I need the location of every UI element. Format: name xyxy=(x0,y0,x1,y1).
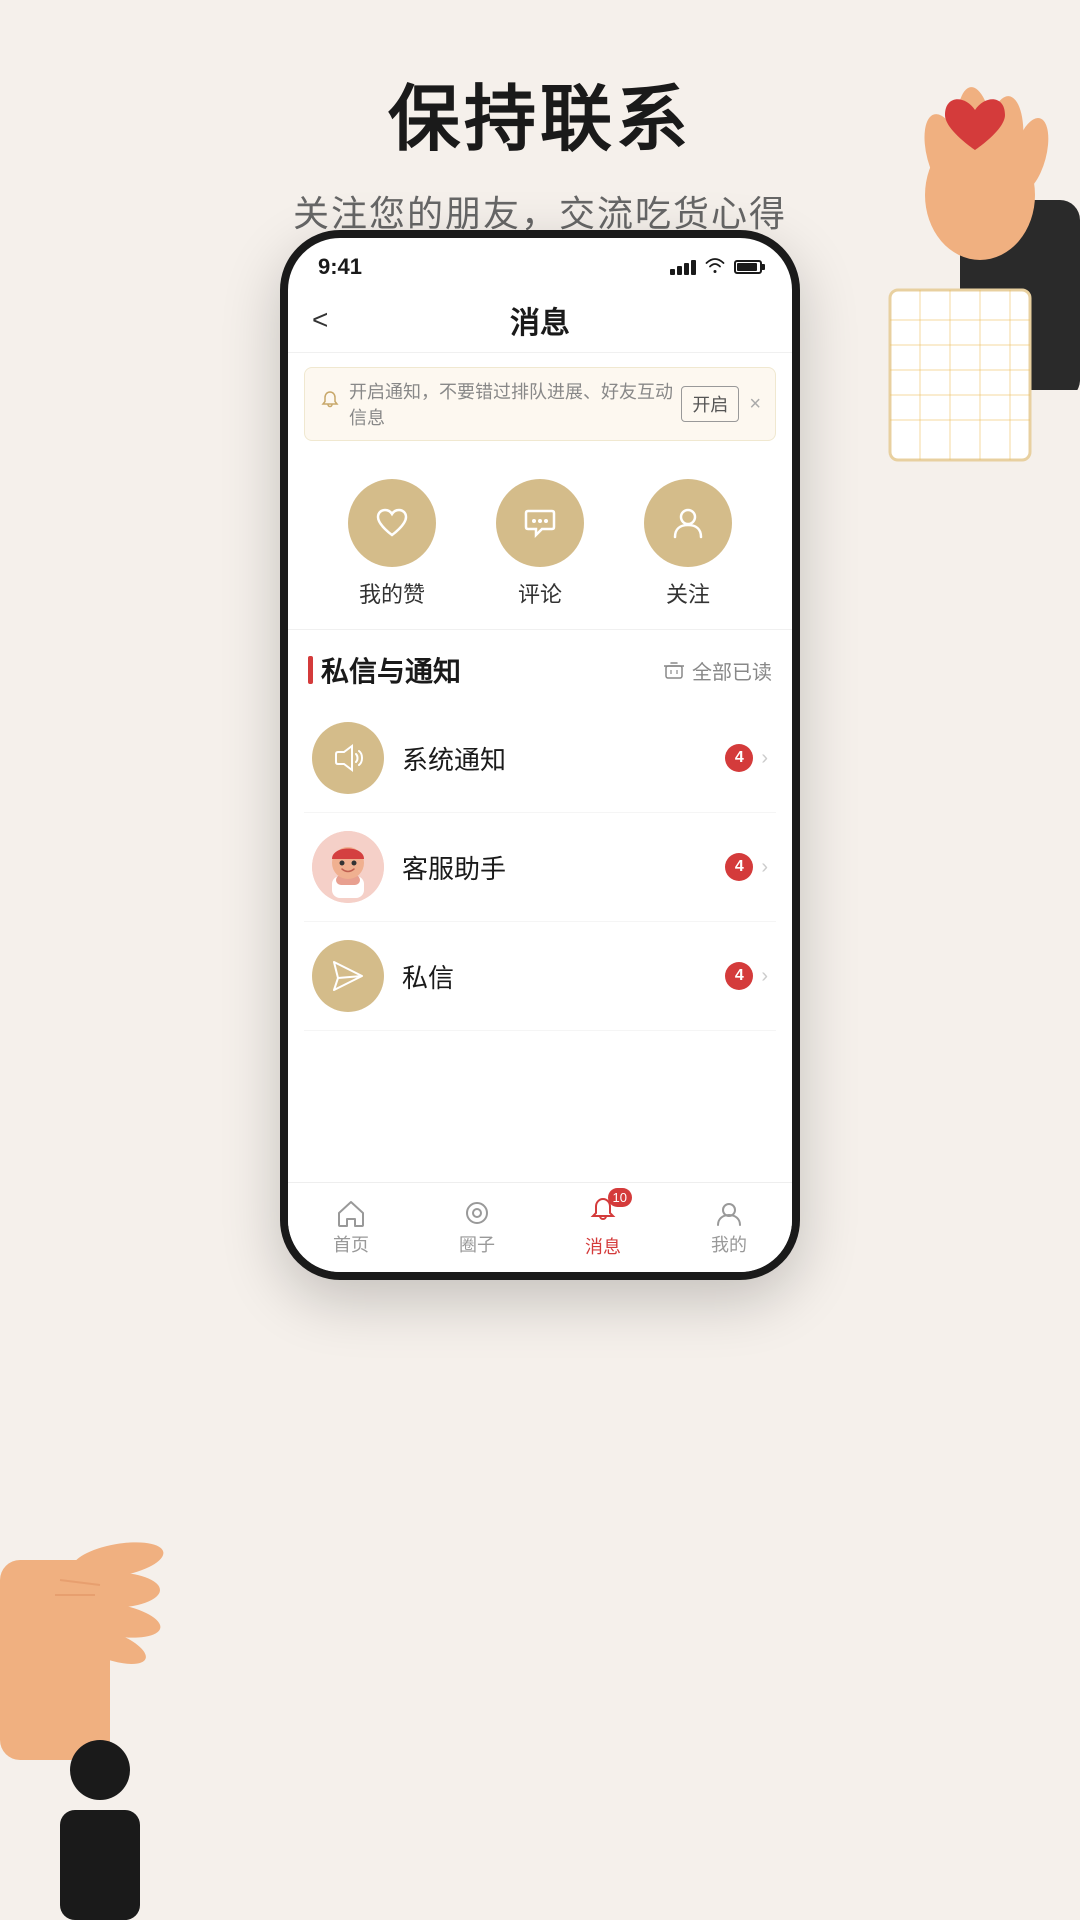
customer-service-badge-wrap: 4 › xyxy=(725,853,768,881)
message-list: 系统通知 4 › xyxy=(288,704,792,1031)
battery-icon xyxy=(734,260,762,274)
tab-message-label: 消息 xyxy=(585,1233,621,1259)
deco-person-bottom xyxy=(20,1720,180,1920)
status-time: 9:41 xyxy=(318,254,362,280)
phone-mockup: 9:41 xyxy=(280,230,800,1280)
private-message-item[interactable]: 私信 4 › xyxy=(304,922,776,1031)
bell-icon xyxy=(319,390,341,418)
follow-label: 关注 xyxy=(666,577,710,609)
section-header: 私信与通知 全部已读 xyxy=(288,630,792,704)
private-message-name: 私信 xyxy=(402,958,725,995)
back-button[interactable]: < xyxy=(312,304,352,336)
comment-label: 评论 xyxy=(518,577,562,609)
deco-hand-bottom-left xyxy=(0,1460,220,1760)
follow-action[interactable]: 关注 xyxy=(644,479,732,609)
chevron-icon: › xyxy=(761,747,768,770)
chevron-icon: › xyxy=(761,856,768,879)
private-message-badge: 4 xyxy=(725,962,753,990)
status-icons xyxy=(670,257,762,278)
private-message-avatar xyxy=(312,940,384,1012)
tab-circle[interactable]: 圈子 xyxy=(459,1199,495,1257)
tab-profile[interactable]: 我的 xyxy=(711,1199,747,1257)
tab-message-badge: 10 xyxy=(608,1188,632,1207)
page-title: 保持联系 xyxy=(0,60,1080,165)
tab-circle-label: 圈子 xyxy=(459,1231,495,1257)
private-message-badge-wrap: 4 › xyxy=(725,962,768,990)
deco-notebook xyxy=(870,280,1050,480)
tab-profile-label: 我的 xyxy=(711,1231,747,1257)
like-action[interactable]: 我的赞 xyxy=(348,479,436,609)
customer-service-badge: 4 xyxy=(725,853,753,881)
like-label: 我的赞 xyxy=(359,577,425,609)
signal-icon xyxy=(670,260,696,275)
circle-icon xyxy=(462,1199,492,1227)
home-icon xyxy=(336,1199,366,1227)
person-icon xyxy=(668,503,708,543)
like-circle xyxy=(348,479,436,567)
red-bar xyxy=(308,656,313,684)
system-notification-badge: 4 xyxy=(725,744,753,772)
enable-notification-button[interactable]: 开启 xyxy=(681,386,739,422)
chevron-icon: › xyxy=(761,965,768,988)
tab-bar: 首页 圈子 10 消息 xyxy=(288,1182,792,1272)
tab-message[interactable]: 10 消息 xyxy=(585,1196,621,1259)
system-notification-badge-wrap: 4 › xyxy=(725,744,768,772)
customer-service-avatar xyxy=(312,831,384,903)
follow-circle xyxy=(644,479,732,567)
comment-action[interactable]: 评论 xyxy=(496,479,584,609)
phone-frame: 9:41 xyxy=(280,230,800,1280)
speaker-icon xyxy=(330,740,366,776)
customer-service-item[interactable]: 客服助手 4 › xyxy=(304,813,776,922)
heart-icon xyxy=(372,503,412,543)
page-header: 保持联系 关注您的朋友，交流吃货心得 xyxy=(0,0,1080,237)
quick-actions: 我的赞 评论 xyxy=(288,455,792,630)
tab-home[interactable]: 首页 xyxy=(333,1199,369,1257)
system-notification-avatar xyxy=(312,722,384,794)
system-notification-name: 系统通知 xyxy=(402,740,725,777)
service-char-icon xyxy=(312,831,384,903)
profile-icon xyxy=(714,1199,744,1227)
mark-all-read-button[interactable]: 全部已读 xyxy=(662,656,772,685)
section-title: 私信与通知 xyxy=(308,650,461,690)
chat-icon xyxy=(520,503,560,543)
customer-service-name: 客服助手 xyxy=(402,849,725,886)
notification-banner: 开启通知，不要错过排队进展、好友互动信息 开启 × xyxy=(304,367,776,441)
system-notification-item[interactable]: 系统通知 4 › xyxy=(304,704,776,813)
nav-title: 消息 xyxy=(352,298,728,342)
status-bar: 9:41 xyxy=(288,238,792,288)
close-notification-button[interactable]: × xyxy=(749,393,761,416)
comment-circle xyxy=(496,479,584,567)
nav-bar: < 消息 xyxy=(288,288,792,353)
send-icon xyxy=(330,958,366,994)
notification-text: 开启通知，不要错过排队进展、好友互动信息 xyxy=(349,378,681,430)
wifi-icon xyxy=(704,257,726,278)
tab-home-label: 首页 xyxy=(333,1231,369,1257)
trash-icon xyxy=(662,660,686,680)
